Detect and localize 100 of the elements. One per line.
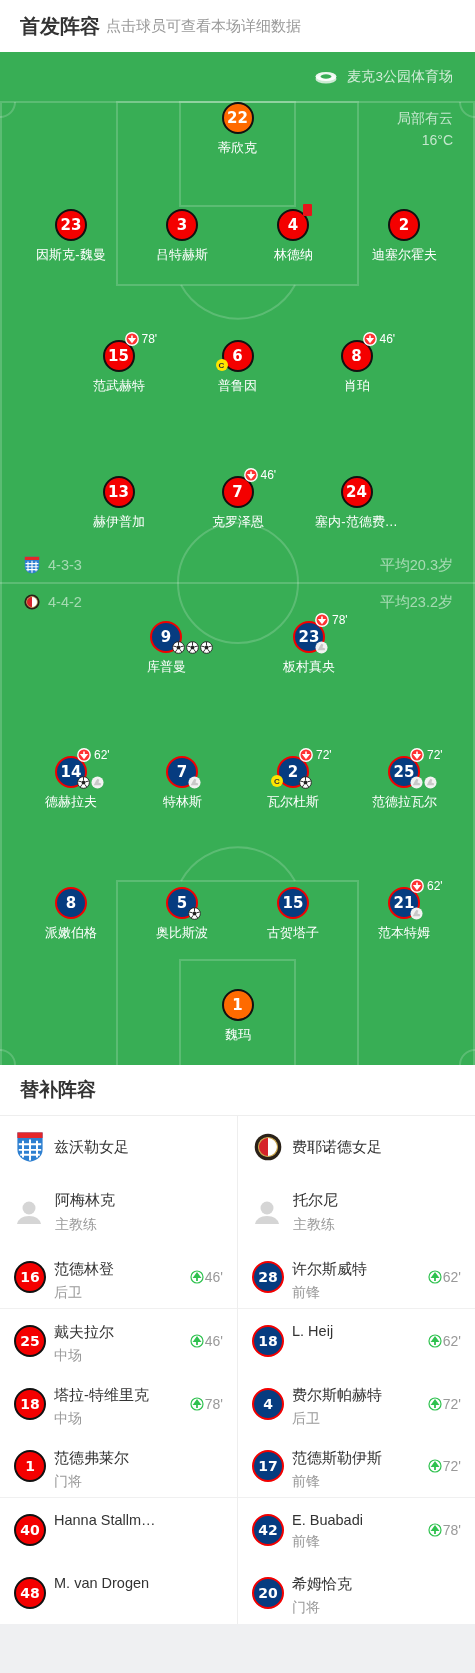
player-number-badge[interactable]: 48 xyxy=(14,1576,46,1609)
player-name[interactable]: 普鲁因 xyxy=(218,377,257,395)
player-name[interactable]: Hanna Stallm… xyxy=(54,1512,223,1528)
player-name[interactable]: 许尔斯威特 xyxy=(292,1260,420,1279)
player-name[interactable]: 戴夫拉尔 xyxy=(54,1323,182,1342)
substitution-minute: 62' xyxy=(427,879,443,893)
player-name[interactable]: 范武赫特 xyxy=(92,377,145,395)
player-name[interactable]: E. Buabadi xyxy=(292,1512,420,1528)
player-name[interactable]: 瓦尔杜斯 xyxy=(267,793,319,811)
player-name[interactable]: M. van Drogen xyxy=(54,1575,223,1591)
player-name[interactable]: 迪塞尔霍夫 xyxy=(371,246,437,264)
player-number-badge[interactable]: 22 xyxy=(221,102,254,134)
substituted-off-icon xyxy=(243,468,258,482)
substitution-minute: 46' xyxy=(204,1269,223,1285)
player-number-badge[interactable]: 13 xyxy=(102,476,135,508)
player-name[interactable]: 希姆恰克 xyxy=(292,1575,461,1594)
formation-text: 4-4-2 xyxy=(48,594,82,610)
substitution-minute: 72' xyxy=(442,1395,461,1412)
player-name[interactable]: 范本特姆 xyxy=(378,924,430,942)
substitution-minute: 46' xyxy=(204,1332,223,1349)
section-hint: 点击球员可查看本场详细数据 xyxy=(106,16,301,36)
player-name[interactable]: 蒂欣克 xyxy=(218,139,257,157)
player-number-badge[interactable]: 24 xyxy=(340,476,373,508)
player-name[interactable]: L. Heij xyxy=(292,1323,420,1339)
player-number-badge[interactable]: 4 xyxy=(277,209,309,241)
player-name[interactable]: 克罗泽恩 xyxy=(211,513,264,531)
player-name[interactable]: 范德拉瓦尔 xyxy=(371,793,437,811)
player-number-badge[interactable]: 2 xyxy=(388,209,420,241)
substituted-on-icon xyxy=(427,1459,442,1473)
substituted-on-icon xyxy=(189,1333,204,1348)
substituted-off-icon xyxy=(410,879,424,893)
player-name[interactable]: 古贺塔子 xyxy=(267,924,319,942)
substituted-on-icon xyxy=(427,1333,442,1348)
player-number-badge[interactable]: 42 xyxy=(252,1513,284,1546)
player-name[interactable]: 因斯克-魏曼 xyxy=(36,246,106,264)
player-number-badge[interactable]: 8 xyxy=(340,340,373,372)
player-name[interactable]: 林德纳 xyxy=(273,246,313,264)
player-name[interactable]: 肖珀 xyxy=(343,377,370,395)
team-crest-icon xyxy=(24,555,40,575)
player-name[interactable]: 费尔斯帕赫特 xyxy=(292,1386,420,1405)
player-number-badge[interactable]: 25 xyxy=(14,1324,46,1357)
substituted-on-icon xyxy=(427,1522,442,1537)
player-name[interactable]: 板村真央 xyxy=(283,658,335,676)
player-name[interactable]: 塞内-范德费… xyxy=(315,513,398,531)
substitution-minute: 62' xyxy=(94,748,110,762)
player-position: 门将 xyxy=(54,1473,83,1491)
player-name[interactable]: 赫伊普加 xyxy=(92,513,145,531)
team-name: 兹沃勒女足 xyxy=(54,1137,129,1157)
player-number-badge[interactable]: 7 xyxy=(166,756,198,788)
section-title: 首发阵容 xyxy=(20,13,100,39)
player-number-badge[interactable]: 4 xyxy=(252,1387,284,1420)
player-number-badge[interactable]: 28 xyxy=(252,1261,284,1293)
substitution-minute: 62' xyxy=(442,1269,461,1285)
player-name[interactable]: 库普曼 xyxy=(146,658,186,676)
player-name[interactable]: 奥比斯波 xyxy=(156,924,208,942)
coach-avatar-icon xyxy=(16,1199,42,1225)
substitution-minute: 46' xyxy=(260,468,277,482)
player-position: 中场 xyxy=(54,1410,83,1428)
player-number-badge[interactable]: 8 xyxy=(55,887,87,919)
player-number-badge[interactable]: 18 xyxy=(14,1387,46,1420)
player-name[interactable]: 魏玛 xyxy=(224,1026,251,1044)
substituted-on-icon xyxy=(189,1396,204,1411)
player-name[interactable]: 范德弗莱尔 xyxy=(54,1449,223,1468)
player-number-badge[interactable]: 20 xyxy=(252,1576,284,1609)
player-position: 前锋 xyxy=(292,1284,321,1302)
section-title: 替补阵容 xyxy=(20,1078,96,1102)
player-number-badge[interactable]: 23 xyxy=(55,209,87,241)
player-number-badge[interactable]: 15 xyxy=(102,340,135,372)
coach-role: 主教练 xyxy=(293,1215,336,1234)
substitution-minute: 78' xyxy=(442,1521,461,1538)
player-number-badge[interactable]: 5 xyxy=(166,887,198,919)
player-name[interactable]: 范德林登 xyxy=(54,1260,182,1279)
player-number-badge[interactable]: 1 xyxy=(221,989,254,1021)
player-number-badge[interactable]: 17 xyxy=(252,1450,284,1482)
substitution-minute: 78' xyxy=(204,1395,223,1412)
substituted-off-icon xyxy=(362,332,377,346)
player-name[interactable]: 吕特赫斯 xyxy=(156,246,208,264)
player-number-badge[interactable]: 9 xyxy=(150,621,182,653)
player-number-badge[interactable]: 7 xyxy=(221,476,254,508)
player-number-badge[interactable]: 18 xyxy=(252,1324,284,1357)
player-name[interactable]: 派嫩伯格 xyxy=(45,924,97,942)
player-name[interactable]: 范德斯勒伊斯 xyxy=(292,1449,420,1468)
player-position: 前锋 xyxy=(292,1533,321,1551)
player-number-badge[interactable]: 16 xyxy=(14,1261,46,1293)
player-position: 后卫 xyxy=(54,1284,83,1302)
player-number-badge[interactable]: 3 xyxy=(166,209,198,241)
player-number-badge[interactable]: 40 xyxy=(14,1513,46,1546)
average-age-text: 平均23.2岁 xyxy=(379,592,453,612)
coach-avatar-icon xyxy=(254,1199,280,1225)
temperature-text: 16°C xyxy=(421,132,453,148)
player-number-badge[interactable]: 1 xyxy=(14,1450,46,1482)
player-number-badge[interactable]: 15 xyxy=(277,887,309,919)
player-name[interactable]: 塔拉-特维里克 xyxy=(54,1386,182,1405)
substitution-minute: 62' xyxy=(442,1332,461,1349)
substituted-off-icon xyxy=(124,332,139,346)
player-name[interactable]: 德赫拉夫 xyxy=(45,793,97,811)
substitution-minute: 78' xyxy=(332,613,348,627)
coach-name: 阿梅林克 xyxy=(55,1190,115,1210)
player-name[interactable]: 特林斯 xyxy=(162,793,202,811)
substitution-minute: 72' xyxy=(427,748,443,762)
